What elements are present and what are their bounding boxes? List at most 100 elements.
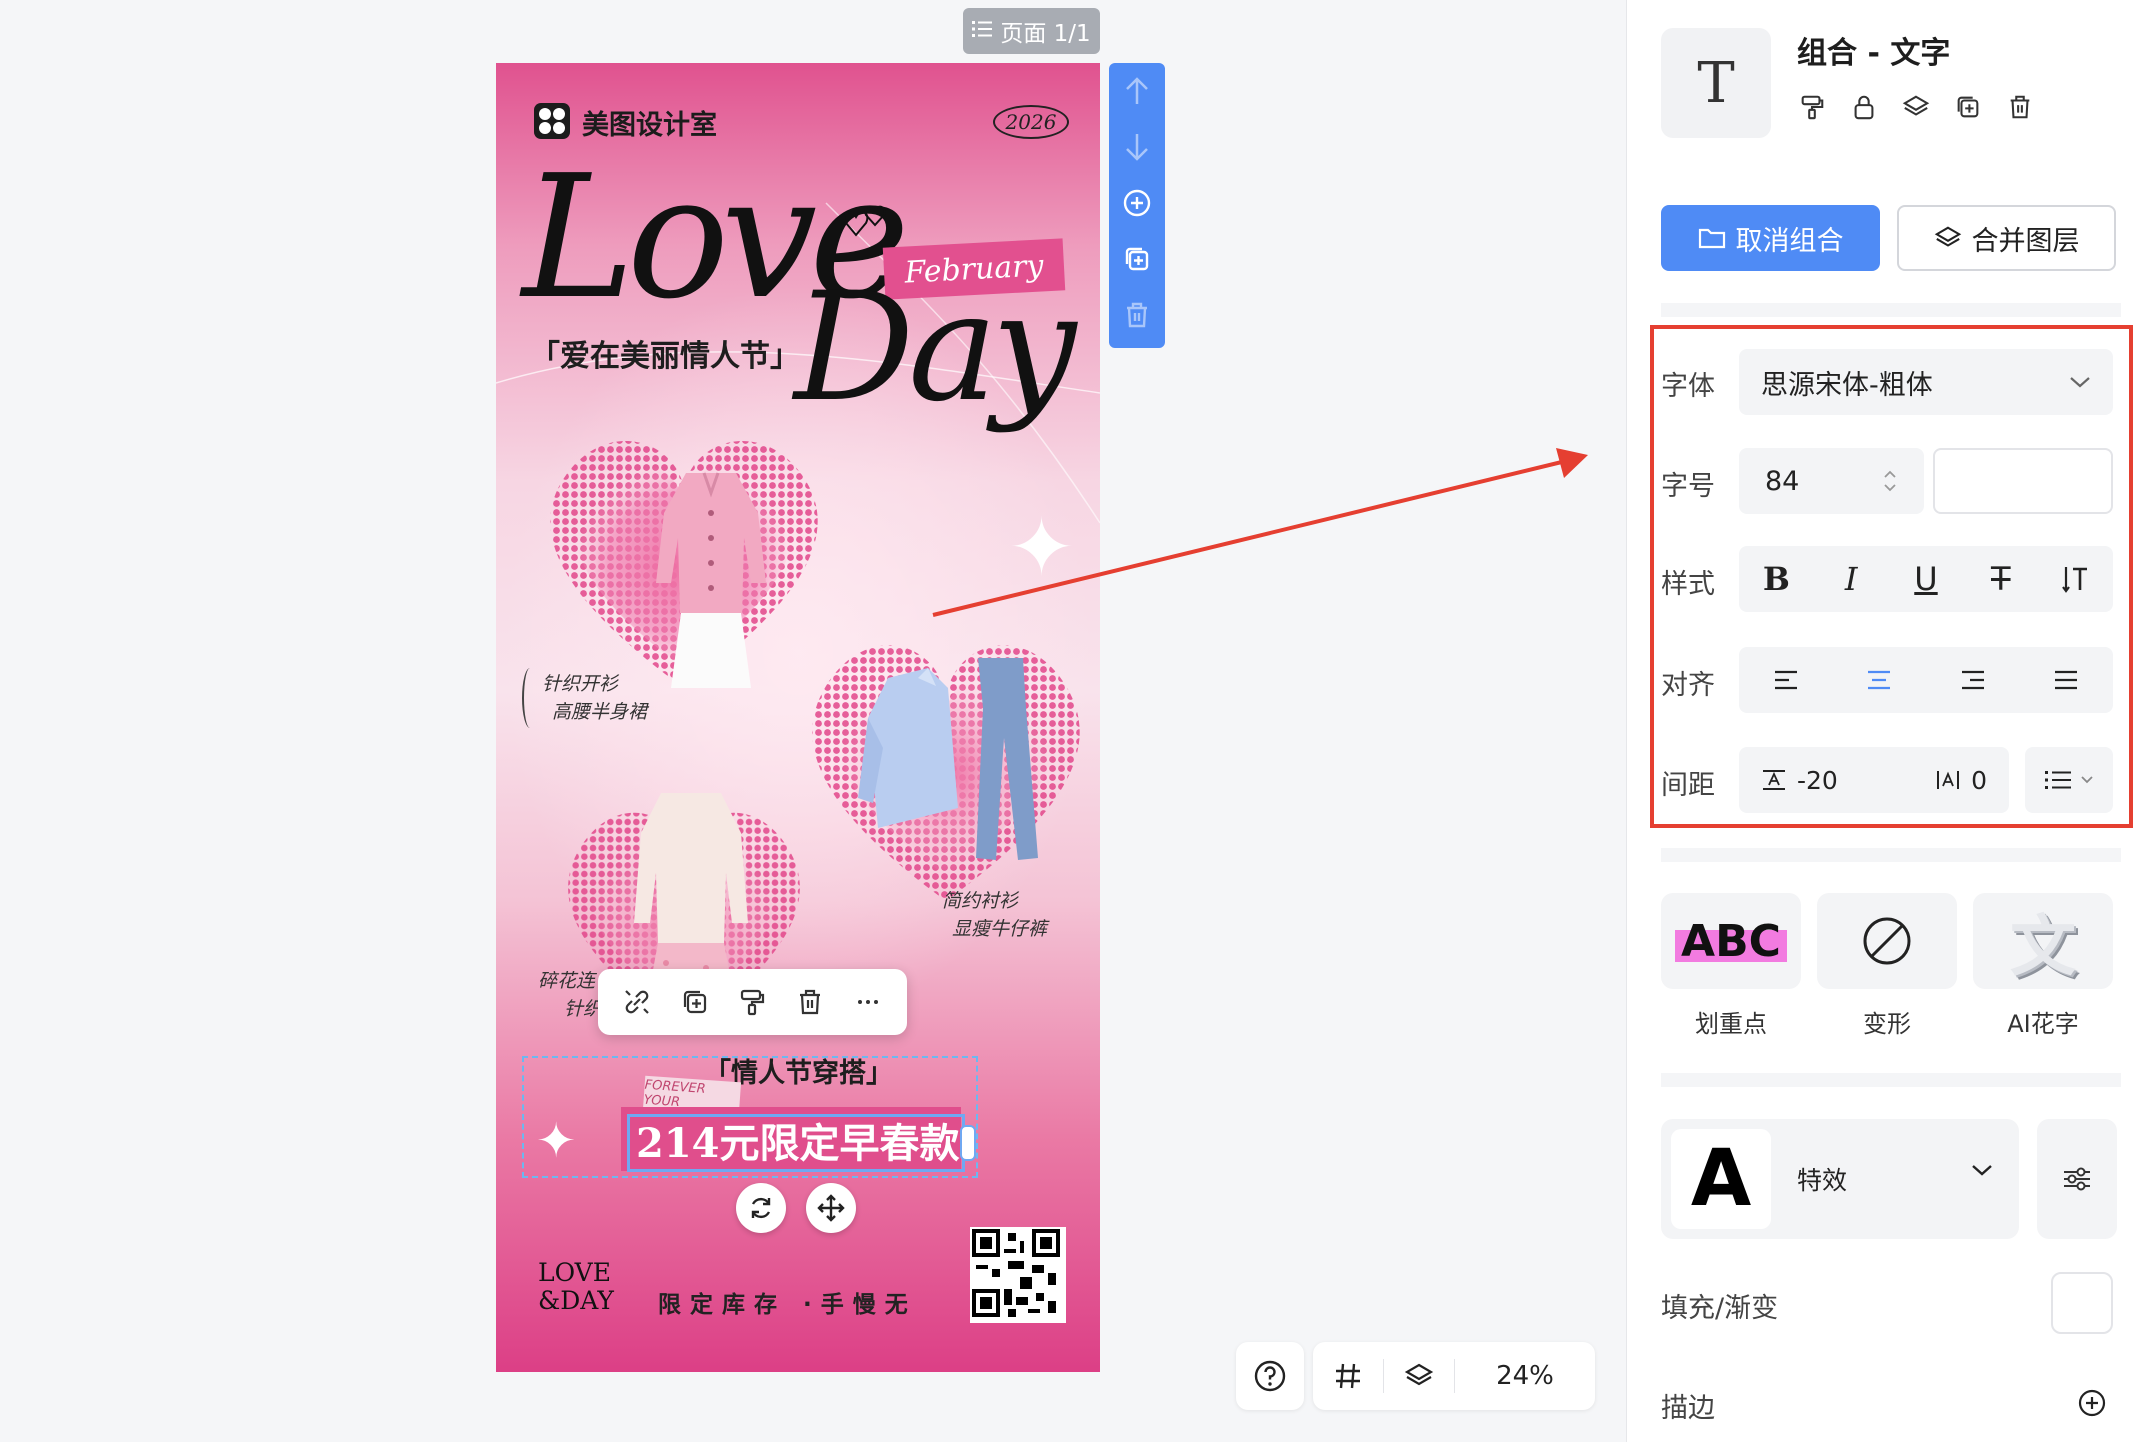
sliders-icon (2064, 1167, 2090, 1191)
duplicate-icon (1957, 96, 1979, 118)
layers-button[interactable] (1384, 1361, 1454, 1391)
folder-icon (1698, 228, 1725, 249)
caption-line: 针织 (564, 998, 603, 1020)
caption-cardigan: 针织开衫 高腰半身裙 (522, 668, 648, 728)
page-indicator[interactable]: 页面 1/1 (963, 8, 1100, 54)
grid-toggle-button[interactable] (1313, 1361, 1383, 1391)
more-button[interactable] (851, 985, 885, 1019)
layer-order-button[interactable] (1901, 92, 1931, 122)
ai-text-preview: 文 (2010, 907, 2076, 985)
resize-handle[interactable] (960, 1125, 976, 1161)
qr-code (970, 1227, 1066, 1323)
fill-color-swatch[interactable] (2051, 1272, 2113, 1334)
move-button[interactable] (806, 1183, 856, 1233)
brand-logo (534, 103, 570, 139)
fill-label: 填充/渐变 (1661, 1293, 1779, 1324)
caption-dress: 碎花连 针织 (538, 967, 602, 1023)
special-effect-preview: A (1671, 1129, 1771, 1229)
highlight-effect-card[interactable]: ABC (1661, 893, 1801, 989)
effect-settings-button[interactable] (2037, 1119, 2117, 1239)
grid-icon (1336, 1363, 1360, 1389)
ai-text-effect-card[interactable]: 文 (1973, 893, 2113, 989)
zoom-level[interactable]: 24% (1455, 1361, 1595, 1391)
shirt-jeans-illustration (858, 658, 1038, 860)
effect-label: 划重点 (1695, 1010, 1767, 1038)
move-icon (817, 1194, 845, 1222)
more-icon (858, 1000, 879, 1004)
love-day-logo: LOVE &DAY (538, 1259, 614, 1315)
format-painter-icon (1801, 95, 1824, 120)
duplicate-button[interactable] (678, 985, 712, 1019)
special-effect-select[interactable]: A 特效 (1661, 1119, 2019, 1239)
quick-actions (1797, 92, 2035, 122)
cardigan-skirt-illustration (656, 472, 766, 688)
list-icon (972, 18, 993, 44)
help-icon (1254, 1360, 1286, 1392)
divider (1661, 848, 2121, 862)
highlight-annotation-box (1650, 325, 2133, 828)
layers-icon (1404, 1363, 1434, 1386)
layers-icon (1902, 95, 1930, 116)
delete-button[interactable] (793, 985, 827, 1019)
add-page-button[interactable] (1119, 185, 1155, 221)
caption-shirt: 简约衬衫 显瘦牛仔裤 (942, 887, 1047, 943)
chevron-down-icon (1972, 1165, 1992, 1176)
ungroup-label: 取消组合 (1735, 225, 1844, 257)
add-stroke-button[interactable] (2077, 1388, 2107, 1418)
page-indicator-label: 页面 1/1 (1000, 21, 1091, 47)
trash-icon (1127, 302, 1147, 328)
format-painter-button[interactable] (1797, 92, 1827, 122)
text-selection-box[interactable] (627, 1114, 965, 1172)
trash-icon (2010, 95, 2030, 119)
transform-effect-card[interactable] (1817, 893, 1957, 989)
effect-label: AI花字 (2007, 1010, 2079, 1038)
special-effect-label: 特效 (1797, 1166, 1848, 1195)
title-day: Day (794, 261, 1076, 435)
abc-preview: ABC (1675, 915, 1787, 967)
poster-canvas[interactable]: 美图设计室 2026 Love February Day 「爱在美丽情人节」 ✦… (496, 63, 1100, 1372)
ungroup-button[interactable]: 取消组合 (1661, 205, 1880, 271)
unlink-button[interactable] (620, 985, 654, 1019)
annotation-arrow (932, 448, 1588, 617)
duplicate-icon (683, 990, 706, 1014)
love-day-line: LOVE (538, 1258, 611, 1287)
caption-line: 碎花连 (538, 970, 596, 992)
no-effect-icon (1863, 917, 1911, 965)
lock-button[interactable] (1849, 92, 1879, 122)
delete-page-button[interactable] (1119, 297, 1155, 333)
caption-line: 简约衬衫 (942, 890, 1019, 912)
floating-toolbar (598, 969, 907, 1035)
page-side-toolbar (1109, 63, 1165, 348)
merge-layers-button[interactable]: 合并图层 (1897, 205, 2116, 271)
zoom-controls: 24% (1313, 1342, 1595, 1410)
rotate-button[interactable] (736, 1183, 786, 1233)
brand-name: 美图设计室 (582, 110, 717, 141)
duplicate-page-button[interactable] (1119, 241, 1155, 277)
arrow-up-icon (1126, 77, 1148, 104)
move-up-button[interactable] (1119, 73, 1155, 109)
properties-panel: T 组合 - 文字 取消组合 合并图层 字体 思源宋体-粗体 字号 84 样式 … (1626, 0, 2146, 1442)
delete-button[interactable] (2005, 92, 2035, 122)
caption-line: 针织开衫 (542, 673, 619, 695)
zoom-value: 24% (1496, 1361, 1554, 1391)
abc-preview-text: ABC (1681, 915, 1781, 967)
unlink-icon (625, 990, 649, 1014)
year-badge: 2026 (993, 105, 1069, 139)
duplicate-button[interactable] (1953, 92, 1983, 122)
divider (1661, 303, 2121, 317)
format-painter-icon (741, 989, 765, 1016)
stock-text: 限定库存 ·手慢无 (658, 1292, 917, 1318)
trash-icon (800, 989, 821, 1015)
plus-circle-icon (1123, 189, 1151, 217)
duplicate-icon (1125, 247, 1149, 271)
move-down-button[interactable] (1119, 129, 1155, 165)
layers-icon (1934, 226, 1961, 247)
caption-line: 高腰半身裙 (552, 701, 648, 723)
help-button[interactable] (1236, 1342, 1304, 1410)
divider (1661, 1073, 2121, 1087)
lock-icon (1854, 95, 1874, 120)
caption-line: 显瘦牛仔裤 (952, 918, 1048, 940)
format-painter-button[interactable] (735, 985, 769, 1019)
heart-doodle-icon (843, 205, 886, 237)
arrow-down-icon (1126, 134, 1148, 161)
